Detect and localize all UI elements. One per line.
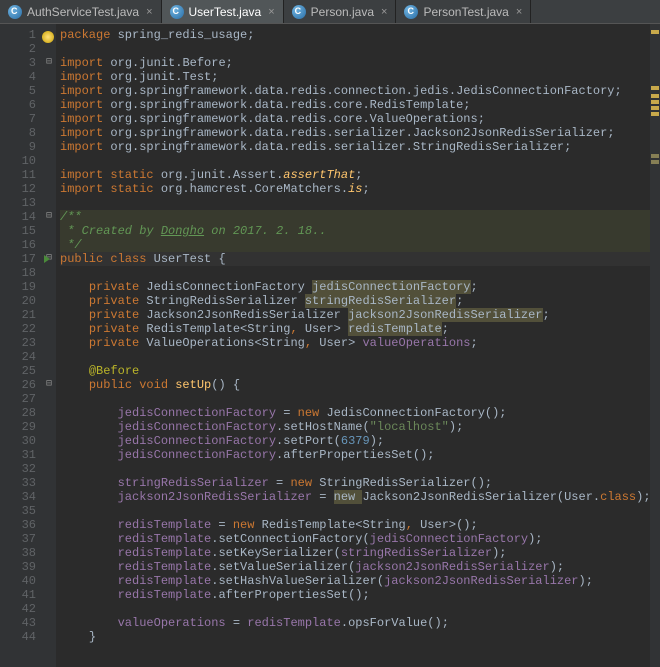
warning-marker[interactable] — [651, 30, 659, 34]
editor-tabs: AuthServiceTest.java×UserTest.java×Perso… — [0, 0, 660, 24]
code-line[interactable]: } — [60, 630, 650, 644]
close-icon[interactable]: × — [381, 6, 387, 18]
code-line[interactable] — [60, 504, 650, 518]
tab-usertest-java[interactable]: UserTest.java × — [162, 0, 284, 23]
code-line[interactable]: * Created by Donghο on 2017. 2. 18.. — [60, 224, 650, 238]
code-line[interactable] — [60, 602, 650, 616]
code-line[interactable]: @Before — [60, 364, 650, 378]
code-line[interactable]: jackson2JsonRedisSerializer = new Jackso… — [60, 490, 650, 504]
code-line[interactable]: private Jackson2JsonRedisSerializer jack… — [60, 308, 650, 322]
java-class-icon — [404, 5, 418, 19]
editor-area: 1234567891011121314151617181920212223242… — [0, 24, 660, 667]
line-number-gutter: 1234567891011121314151617181920212223242… — [0, 24, 42, 667]
code-line[interactable]: import static org.hamcrest.CoreMatchers.… — [60, 182, 650, 196]
tab-authservicetest-java[interactable]: AuthServiceTest.java × — [0, 0, 162, 23]
code-line[interactable]: import org.springframework.data.redis.co… — [60, 84, 650, 98]
java-class-icon — [8, 5, 22, 19]
code-line[interactable]: jedisConnectionFactory = new JedisConnec… — [60, 406, 650, 420]
warning-marker[interactable] — [651, 154, 659, 158]
warning-marker[interactable] — [651, 112, 659, 116]
close-icon[interactable]: × — [146, 6, 152, 18]
fold-toggle[interactable]: ⊟ — [42, 56, 56, 70]
code-line[interactable]: jedisConnectionFactory.afterPropertiesSe… — [60, 448, 650, 462]
warning-marker[interactable] — [651, 94, 659, 98]
code-line[interactable]: import org.springframework.data.redis.co… — [60, 98, 650, 112]
close-icon[interactable]: × — [516, 6, 522, 18]
code-line[interactable]: import org.springframework.data.redis.co… — [60, 112, 650, 126]
code-line[interactable]: private StringRedisSerializer stringRedi… — [60, 294, 650, 308]
code-line[interactable] — [60, 196, 650, 210]
code-line[interactable]: jedisConnectionFactory.setHostName("loca… — [60, 420, 650, 434]
code-line[interactable] — [60, 154, 650, 168]
code-editor[interactable]: package spring_redis_usage;import org.ju… — [56, 24, 650, 667]
intention-bulb-icon[interactable] — [42, 31, 54, 43]
java-class-icon — [292, 5, 306, 19]
warning-marker[interactable] — [651, 86, 659, 90]
code-line[interactable] — [60, 462, 650, 476]
tab-label: AuthServiceTest.java — [27, 5, 139, 19]
tab-persontest-java[interactable]: PersonTest.java × — [396, 0, 531, 23]
warning-marker[interactable] — [651, 100, 659, 104]
code-line[interactable]: stringRedisSerializer = new StringRedisS… — [60, 476, 650, 490]
code-line[interactable]: redisTemplate = new RedisTemplate<String… — [60, 518, 650, 532]
code-line[interactable]: public void setUp() { — [60, 378, 650, 392]
code-line[interactable]: import org.junit.Test; — [60, 70, 650, 84]
warning-marker[interactable] — [651, 160, 659, 164]
code-line[interactable]: import org.springframework.data.redis.se… — [60, 126, 650, 140]
tab-person-java[interactable]: Person.java × — [284, 0, 397, 23]
code-line[interactable]: /** — [60, 210, 650, 224]
fold-column: ⊟⊟⊟⊟ — [42, 24, 56, 667]
code-line[interactable] — [60, 392, 650, 406]
close-icon[interactable]: × — [268, 6, 274, 18]
code-line[interactable]: redisTemplate.setConnectionFactory(jedis… — [60, 532, 650, 546]
fold-toggle[interactable]: ⊟ — [42, 378, 56, 392]
code-line[interactable]: jedisConnectionFactory.setPort(6379); — [60, 434, 650, 448]
run-gutter-icon[interactable]: 17 — [0, 252, 36, 266]
code-line[interactable]: */ — [60, 238, 650, 252]
code-line[interactable]: redisTemplate.setValueSerializer(jackson… — [60, 560, 650, 574]
code-line[interactable]: import org.junit.Before; — [60, 56, 650, 70]
code-line[interactable]: import static org.junit.Assert.assertTha… — [60, 168, 650, 182]
tab-label: Person.java — [311, 5, 374, 19]
code-line[interactable]: private JedisConnectionFactory jedisConn… — [60, 280, 650, 294]
code-line[interactable]: redisTemplate.setHashValueSerializer(jac… — [60, 574, 650, 588]
code-line[interactable] — [60, 350, 650, 364]
code-line[interactable]: valueOperations = redisTemplate.opsForVa… — [60, 616, 650, 630]
tab-label: UserTest.java — [189, 5, 262, 19]
code-line[interactable]: redisTemplate.afterPropertiesSet(); — [60, 588, 650, 602]
code-line[interactable]: private ValueOperations<String, User> va… — [60, 336, 650, 350]
code-line[interactable]: package spring_redis_usage; — [60, 28, 650, 42]
code-line[interactable]: import org.springframework.data.redis.se… — [60, 140, 650, 154]
tab-label: PersonTest.java — [423, 5, 508, 19]
java-class-icon — [170, 5, 184, 19]
code-line[interactable] — [60, 266, 650, 280]
error-strip[interactable] — [650, 24, 660, 667]
code-line[interactable]: redisTemplate.setKeySerializer(stringRed… — [60, 546, 650, 560]
code-line[interactable] — [60, 42, 650, 56]
fold-toggle[interactable]: ⊟ — [42, 210, 56, 224]
code-line[interactable]: public class UserTest { — [60, 252, 650, 266]
code-line[interactable]: private RedisTemplate<String, User> redi… — [60, 322, 650, 336]
warning-marker[interactable] — [651, 106, 659, 110]
